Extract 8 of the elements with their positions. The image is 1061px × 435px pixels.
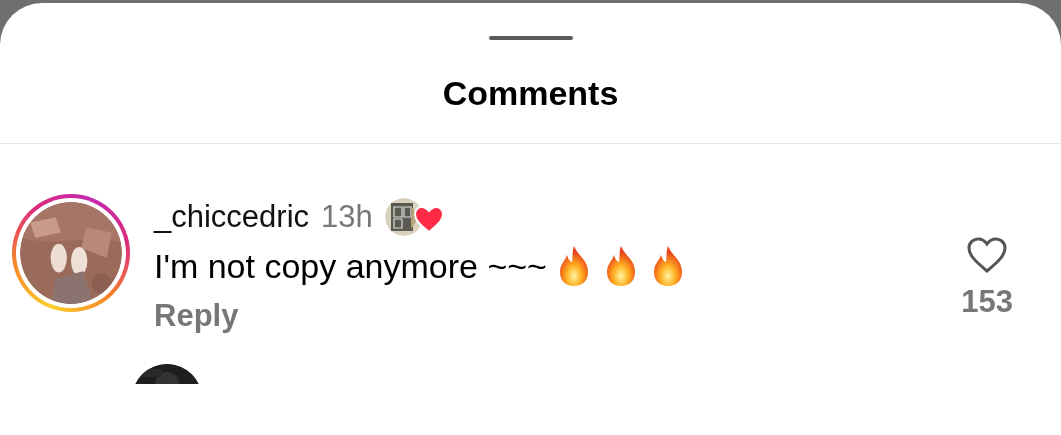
comment-text: I'm not copy anymore ~~~ [154, 246, 547, 286]
drag-handle[interactable] [488, 36, 573, 40]
heart-icon[interactable] [966, 236, 1009, 274]
reply-link[interactable]: Reply [154, 298, 239, 334]
like-count: 153 [961, 284, 1013, 320]
timestamp: 13h [321, 199, 373, 235]
username[interactable]: _chiccedric [154, 199, 310, 235]
sheet-title: Comments [441, 73, 620, 114]
